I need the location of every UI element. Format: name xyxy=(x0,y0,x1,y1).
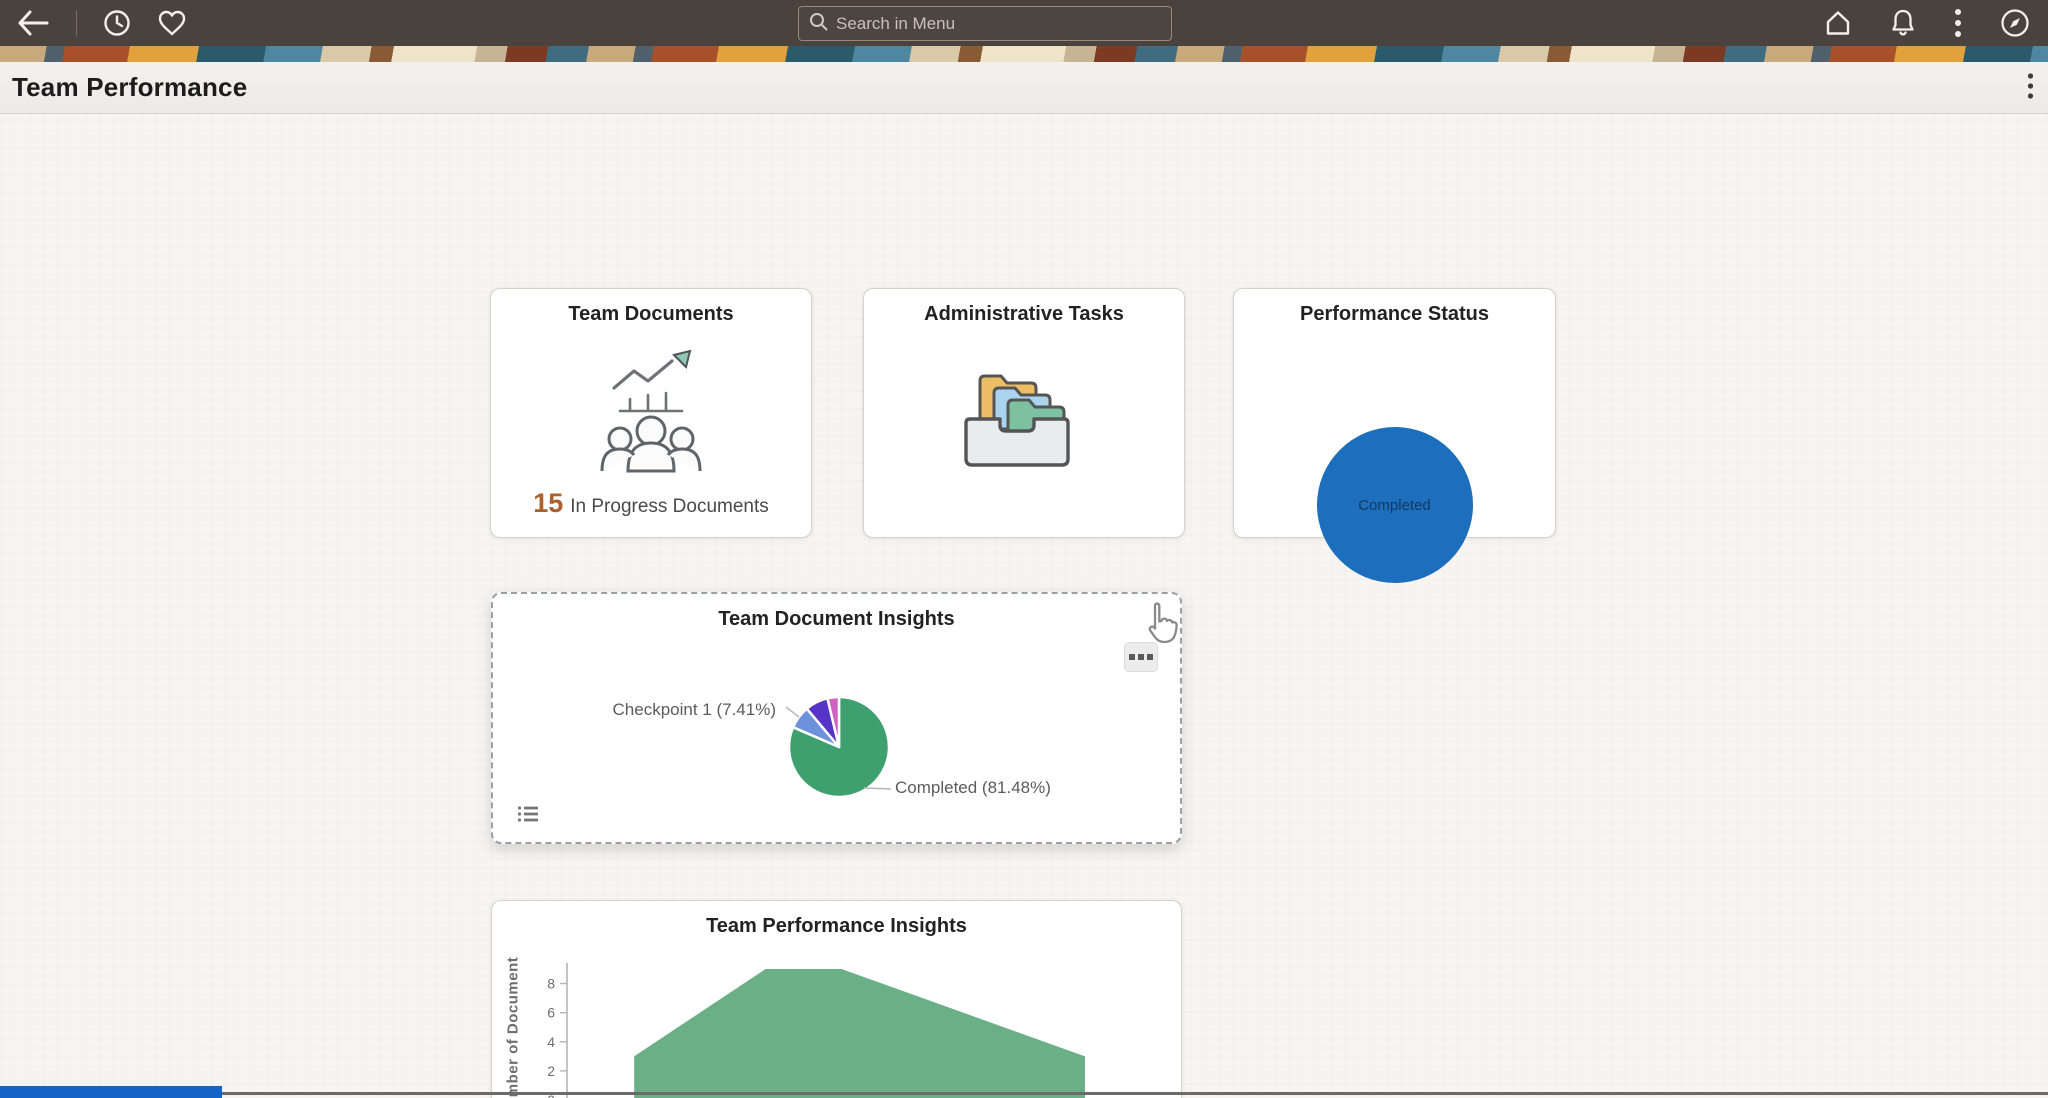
navbar-compass-icon[interactable] xyxy=(2000,8,2030,38)
in-progress-count-label: In Progress Documents xyxy=(570,496,769,517)
tile-title: Administrative Tasks xyxy=(864,289,1184,326)
search-magnifier-icon xyxy=(809,12,828,36)
dashboard-content: Team Documents 15 In Progress Documents xyxy=(0,114,2048,1094)
tile-administrative-tasks[interactable]: Administrative Tasks xyxy=(863,288,1185,538)
tile-title: Team Documents xyxy=(491,289,811,326)
svg-text:6: 6 xyxy=(547,1005,555,1021)
page-header: Team Performance xyxy=(0,62,2048,114)
svg-text:2: 2 xyxy=(547,1063,555,1079)
notifications-bell-icon[interactable] xyxy=(1890,8,1916,38)
search-box[interactable] xyxy=(798,6,1172,41)
tile-team-performance-insights[interactable]: Team Performance Insights Number of Docu… xyxy=(491,900,1182,1098)
video-timeline-track[interactable] xyxy=(0,1092,2048,1095)
tile-kpi-line: 15 In Progress Documents xyxy=(491,488,811,519)
svg-text:4: 4 xyxy=(547,1034,555,1050)
toolbar-divider xyxy=(76,10,77,36)
svg-text:8: 8 xyxy=(547,976,555,992)
recents-clock-icon[interactable] xyxy=(103,9,131,37)
favorites-heart-icon[interactable] xyxy=(157,9,187,37)
legend-toggle-icon[interactable] xyxy=(517,805,539,828)
toolbar-left-group xyxy=(0,9,187,37)
toolbar-right-group xyxy=(1824,0,2030,46)
pie-chart xyxy=(493,594,1184,846)
home-icon[interactable] xyxy=(1824,9,1852,37)
tile-team-documents[interactable]: Team Documents 15 In Progress Documents xyxy=(490,288,812,538)
search-input[interactable] xyxy=(836,14,1161,34)
status-label: Completed xyxy=(1358,497,1431,514)
status-circle: Completed xyxy=(1317,427,1473,583)
pie-callout-completed: Completed (81.48%) xyxy=(895,778,1051,798)
tile-title: Performance Status xyxy=(1234,289,1555,326)
pie-callout-checkpoint1: Checkpoint 1 (7.41%) xyxy=(613,700,776,720)
page-title: Team Performance xyxy=(0,72,247,103)
back-arrow-icon[interactable] xyxy=(16,10,50,36)
page-actions-kebab-icon[interactable] xyxy=(2027,72,2034,105)
tile-team-document-insights[interactable]: Team Document Insights Checkpoint 1 (7.4… xyxy=(491,592,1182,844)
tile-performance-status[interactable]: Performance Status Completed xyxy=(1233,288,1556,538)
global-toolbar xyxy=(0,0,2048,46)
decorative-banner xyxy=(0,46,2048,62)
in-progress-count: 15 xyxy=(533,488,563,518)
folders-tray-icon xyxy=(960,351,1088,476)
area-chart: 02468 xyxy=(492,901,1183,1098)
actions-kebab-icon[interactable] xyxy=(1954,8,1962,38)
video-progress-bar[interactable] xyxy=(0,1086,222,1098)
team-analytics-icon xyxy=(586,343,716,483)
